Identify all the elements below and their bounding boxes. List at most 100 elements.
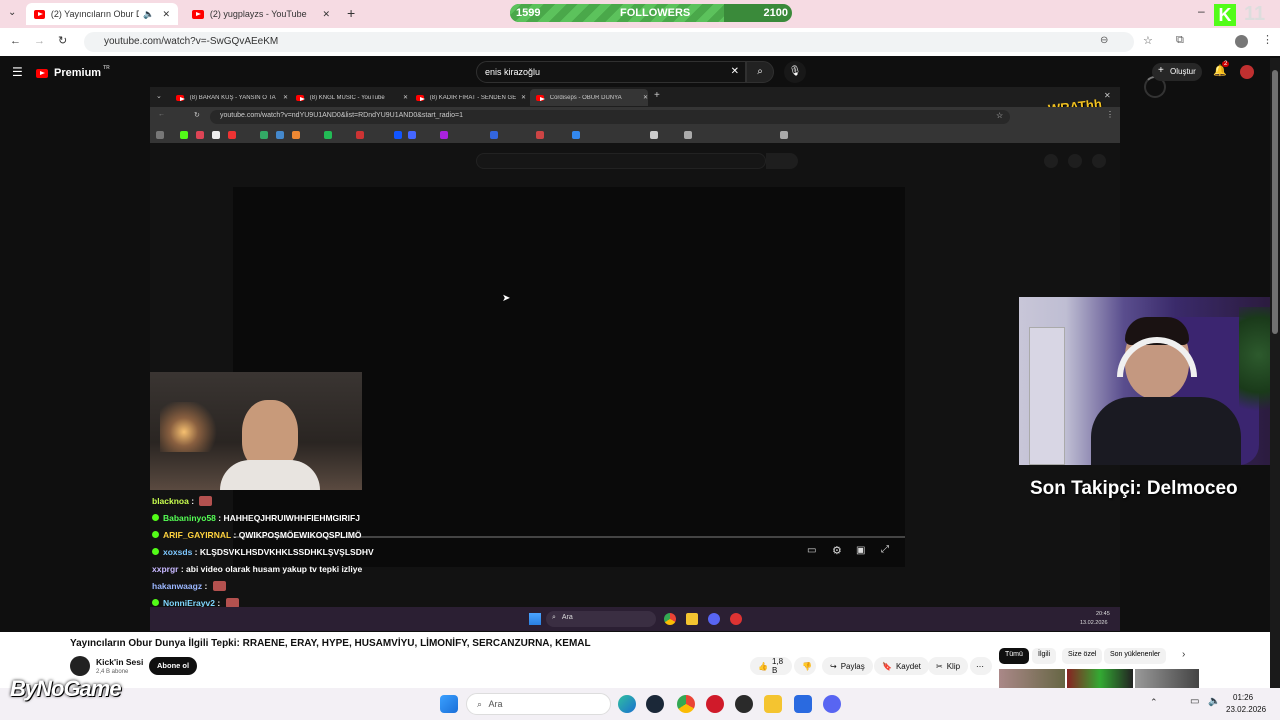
search-button[interactable]: ⌕ <box>746 61 774 83</box>
volume-icon[interactable]: 🔈 <box>1208 696 1220 707</box>
like-button[interactable]: 👍 1,8 B <box>750 657 792 675</box>
bookmark-icon[interactable] <box>228 131 236 139</box>
bookmark-icon[interactable] <box>650 131 658 139</box>
scrollbar-thumb[interactable] <box>1272 70 1278 334</box>
obs-icon[interactable] <box>735 695 753 713</box>
inner-tab[interactable]: (8) KNGL MUSIC - YouTube ✕ <box>290 89 408 106</box>
opera-icon[interactable] <box>706 695 724 713</box>
filter-chip-for-you[interactable]: Size özel <box>1062 648 1103 664</box>
tab-yugplayzs[interactable]: (2) yugplayzs - YouTube ✕ <box>184 3 338 25</box>
tab-search-icon[interactable]: ⌄ <box>8 7 16 18</box>
inner-tab[interactable]: (8) BARAN KUŞ - YANSIN O TA ✕ <box>170 89 288 106</box>
close-tab-icon[interactable]: ✕ <box>643 94 648 101</box>
url-field[interactable]: youtube.com/watch?v=-SwGQvAEeKM <box>84 32 1134 52</box>
settings-gear-icon[interactable]: ⚙ <box>832 544 842 557</box>
inner-app-icon[interactable] <box>686 613 698 625</box>
inner-header-icon[interactable] <box>1044 154 1058 168</box>
audio-icon[interactable]: 🔈 <box>143 9 154 20</box>
menu-icon[interactable]: ⋮ <box>1262 33 1273 46</box>
bookmark-icon[interactable] <box>356 131 364 139</box>
channel-avatar[interactable] <box>70 656 90 676</box>
bookmark-star-icon[interactable]: ☆ <box>1143 34 1153 47</box>
clip-button[interactable]: ✂ Klip <box>928 657 969 675</box>
bookmark-icon[interactable] <box>292 131 300 139</box>
inner-tab[interactable]: (8) KADİR FIRAT - SENDEN GE ✕ <box>410 89 526 106</box>
new-tab-icon[interactable]: + <box>347 5 355 21</box>
network-icon[interactable]: ▭ <box>1190 696 1199 707</box>
account-avatar[interactable] <box>1240 65 1254 79</box>
bookmark-icon[interactable] <box>490 131 498 139</box>
filter-chip-all[interactable]: Tümü <box>999 648 1029 664</box>
subscribe-button[interactable]: Abone ol <box>149 657 198 675</box>
edge-icon[interactable] <box>618 695 636 713</box>
inner-search-box[interactable] <box>476 153 766 169</box>
chrome-icon[interactable] <box>677 695 695 713</box>
back-icon[interactable]: ← <box>10 35 21 47</box>
close-tab-icon[interactable]: ✕ <box>162 9 170 20</box>
channel-name[interactable]: Kick'in Sesi <box>96 657 143 667</box>
inner-url-field[interactable]: youtube.com/watch?v=ndYU9U1AND0&list=RDn… <box>210 110 1010 124</box>
bookmark-icon[interactable] <box>394 131 402 139</box>
dislike-button[interactable]: 👎 <box>794 657 816 675</box>
inner-search-button[interactable] <box>766 153 798 169</box>
folder-icon[interactable] <box>764 695 782 713</box>
close-tab-icon[interactable]: ✕ <box>283 94 288 101</box>
inner-start-icon[interactable] <box>529 613 541 625</box>
page-scrollbar[interactable] <box>1270 58 1280 688</box>
save-button[interactable]: 🔖 Kaydet <box>874 657 929 675</box>
reload-icon[interactable]: ↻ <box>58 34 67 47</box>
inner-close-window-icon[interactable]: ✕ <box>1104 91 1111 100</box>
youtube-logo[interactable]: Premium TR <box>36 65 110 79</box>
bookmark-icon[interactable] <box>196 131 204 139</box>
inner-star-icon[interactable]: ☆ <box>996 111 1003 120</box>
bookmark-icon[interactable] <box>780 131 788 139</box>
bookmark-icon[interactable] <box>536 131 544 139</box>
inner-header-icon[interactable] <box>1092 154 1106 168</box>
more-actions-button[interactable]: ⋯ <box>970 657 992 675</box>
bookmark-icon[interactable] <box>212 131 220 139</box>
bookmark-icon[interactable] <box>408 131 416 139</box>
bookmark-icon[interactable] <box>260 131 268 139</box>
bookmark-icon[interactable] <box>156 131 164 139</box>
chevron-right-icon[interactable]: › <box>1182 649 1185 660</box>
inner-reload-icon[interactable]: ↻ <box>194 111 200 119</box>
bookmark-icon[interactable] <box>276 131 284 139</box>
bookmark-icon[interactable] <box>684 131 692 139</box>
bookmark-icon[interactable] <box>324 131 332 139</box>
inner-new-tab-icon[interactable]: + <box>654 90 660 101</box>
zoom-icon[interactable]: ⊖ <box>1100 35 1108 46</box>
close-tab-icon[interactable]: ✕ <box>521 94 526 101</box>
bookmark-icon[interactable] <box>180 131 188 139</box>
extensions-icon[interactable]: ⧉ <box>1176 34 1184 47</box>
inner-app-icon[interactable] <box>708 613 720 625</box>
recommended-thumbnail[interactable] <box>1135 669 1199 688</box>
inner-header-icon[interactable] <box>1068 154 1082 168</box>
recommended-thumbnail[interactable] <box>999 669 1065 688</box>
profile-avatar[interactable] <box>1235 35 1248 48</box>
tray-chevron-icon[interactable]: ⌃ <box>1150 697 1158 708</box>
bookmark-icon[interactable] <box>572 131 580 139</box>
hamburger-icon[interactable]: ☰ <box>12 65 23 79</box>
inner-app-icon[interactable] <box>730 613 742 625</box>
fullscreen-icon[interactable]: ⤢ <box>881 544 889 555</box>
share-button[interactable]: ↪ Paylaş <box>822 657 873 675</box>
filter-chip-recent[interactable]: Son yüklenenler <box>1104 648 1167 664</box>
miniplayer-icon[interactable]: ▣ <box>856 545 865 556</box>
minimize-icon[interactable]: – <box>1198 4 1205 18</box>
taskbar-search[interactable]: ⌕ Ara <box>466 693 611 715</box>
tab-yayincilarin[interactable]: (2) Yayıncıların Obur Dunya 🔈 ✕ <box>26 3 178 25</box>
voice-search-icon[interactable]: 🎙 <box>784 61 806 83</box>
filter-chip-related[interactable]: İlgili <box>1032 648 1057 664</box>
settings-app-icon[interactable] <box>794 695 812 713</box>
forward-icon[interactable]: → <box>34 35 45 47</box>
steam-icon[interactable] <box>646 695 664 713</box>
inner-back-icon[interactable]: ← <box>158 111 165 118</box>
bookmark-icon[interactable] <box>440 131 448 139</box>
subtitles-icon[interactable]: ▭ <box>807 545 816 556</box>
close-tab-icon[interactable]: ✕ <box>322 9 330 20</box>
inner-menu-icon[interactable]: ⋮ <box>1106 110 1114 119</box>
clear-search-icon[interactable]: ✕ <box>731 66 739 77</box>
close-tab-icon[interactable]: ✕ <box>403 94 408 101</box>
search-input[interactable]: enis kirazoğlu ✕ <box>476 61 746 83</box>
inner-taskbar-search[interactable]: ⌕ Ara <box>546 611 656 627</box>
